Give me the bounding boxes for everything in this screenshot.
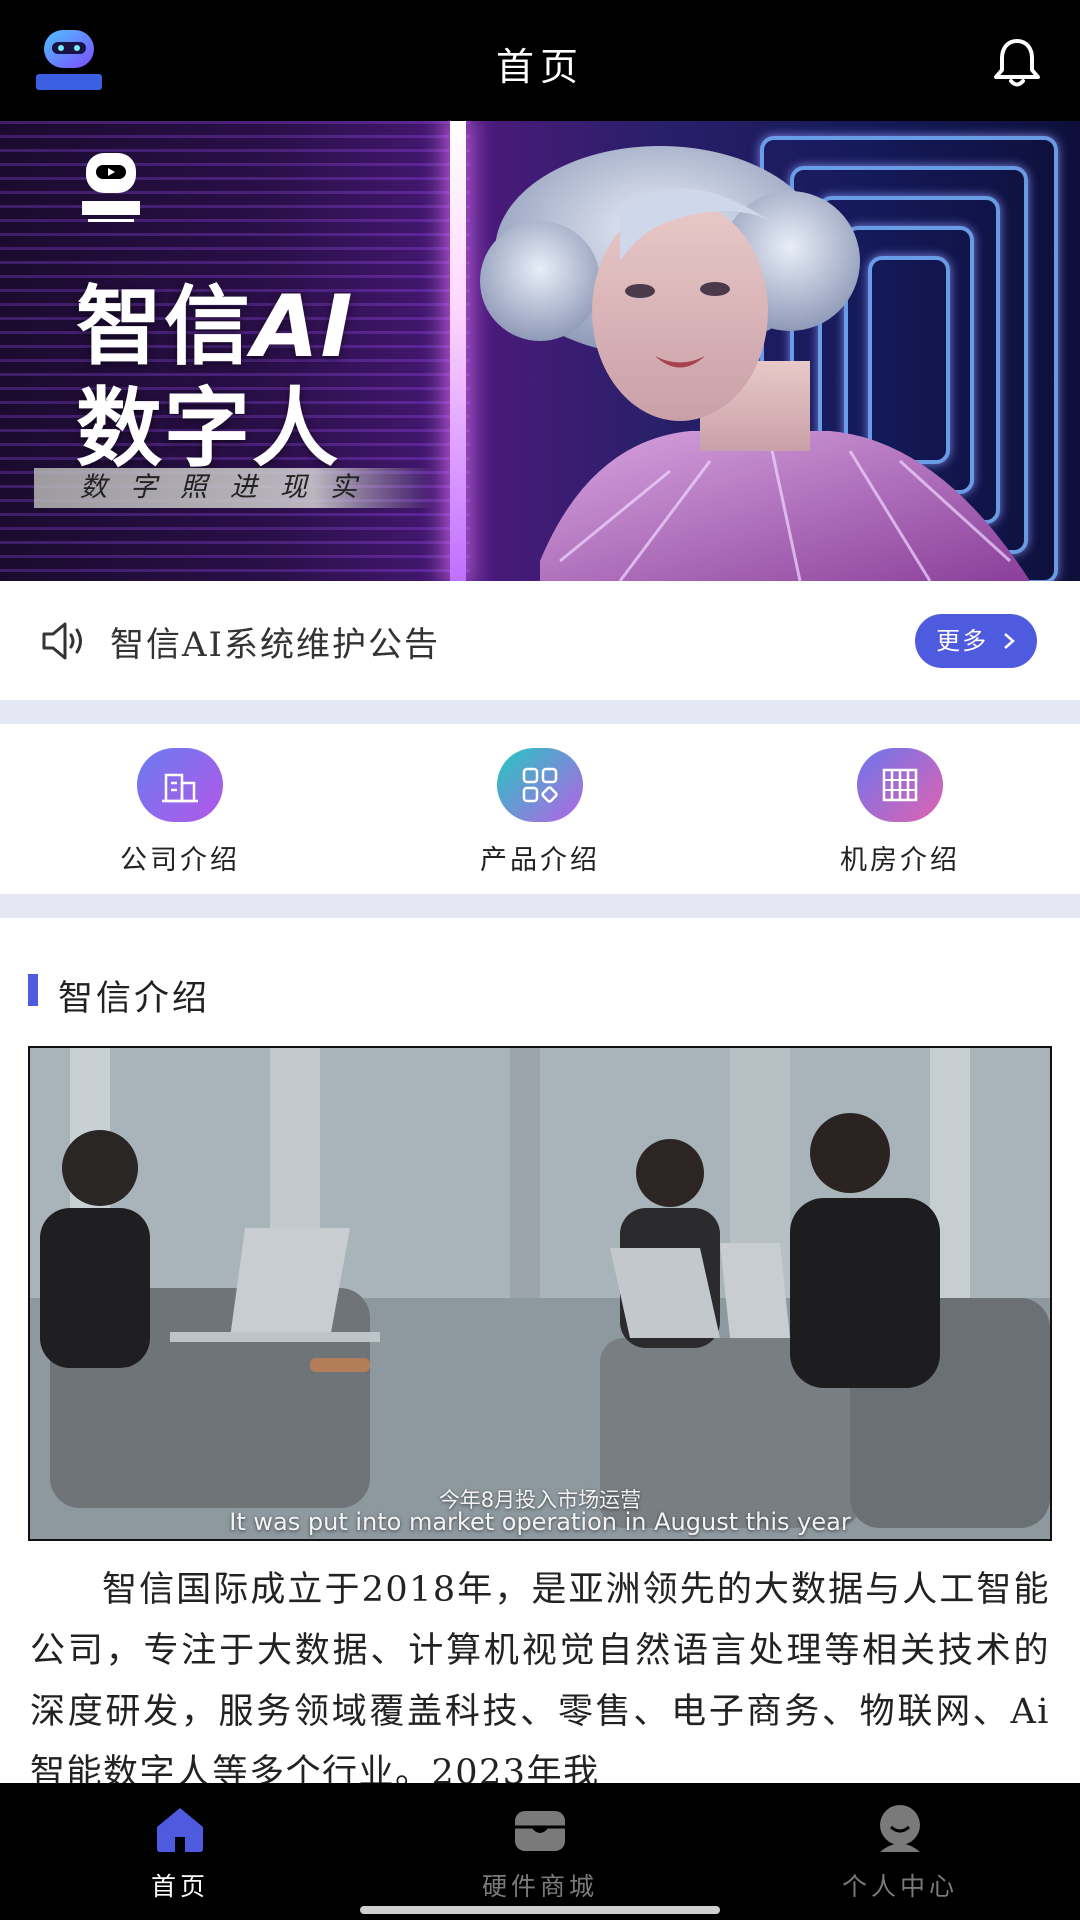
office-meeting-photo xyxy=(30,1048,1050,1539)
banner-logo-icon xyxy=(82,153,140,222)
server-rack-icon xyxy=(857,748,943,822)
banner-headline-line2: 数字人 xyxy=(76,379,340,479)
banner-carousel[interactable]: 智信AI 数字人 数字照进现实 xyxy=(0,121,1080,581)
announcement-bar[interactable]: 智信AI系统维护公告 更多 xyxy=(0,581,1080,700)
section-title: 智信介绍 xyxy=(58,979,211,1019)
tab-profile[interactable]: 个人中心 xyxy=(780,1805,1020,1903)
home-indicator[interactable] xyxy=(360,1906,720,1914)
bottom-tab-bar: 首页 硬件商城 个人中心 xyxy=(0,1783,1080,1920)
divider xyxy=(0,700,1080,724)
digital-human-portrait xyxy=(480,146,1030,581)
intro-video[interactable]: 今年8月投入市场运营 It was put into market operat… xyxy=(28,1046,1052,1541)
company-intro-item[interactable]: 公司介绍 xyxy=(60,724,300,877)
product-intro-label: 产品介绍 xyxy=(480,845,600,876)
product-intro-item[interactable]: 产品介绍 xyxy=(420,724,660,877)
video-caption-en: It was put into market operation in Augu… xyxy=(229,1508,851,1536)
intro-paragraph: 智信国际成立于2018年，是亚洲领先的大数据与人工智能公司，专注于大数据、计算机… xyxy=(30,1570,1050,1793)
section-accent-bar xyxy=(28,974,38,1006)
speaker-icon xyxy=(42,622,82,660)
announcement-text[interactable]: 智信AI系统维护公告 xyxy=(110,617,440,666)
bell-icon[interactable] xyxy=(990,36,1044,90)
profile-icon xyxy=(880,1805,920,1852)
tab-hardware-mall[interactable]: 硬件商城 xyxy=(420,1805,660,1903)
more-button-label: 更多 xyxy=(936,627,989,655)
tab-home[interactable]: 首页 xyxy=(60,1805,300,1903)
shop-icon xyxy=(515,1811,565,1851)
tab-hardware-mall-label: 硬件商城 xyxy=(481,1872,598,1901)
company-intro-label: 公司介绍 xyxy=(120,845,240,876)
quick-menu: 公司介绍 产品介绍 机房介绍 xyxy=(0,724,1080,894)
chevron-right-icon xyxy=(1003,633,1015,649)
tab-home-label: 首页 xyxy=(150,1872,209,1901)
neon-light-bar xyxy=(450,121,466,581)
banner-subtitle: 数字照进现实 xyxy=(80,472,380,503)
divider xyxy=(0,894,1080,918)
home-icon xyxy=(157,1808,203,1852)
top-app-bar: 首页 xyxy=(0,0,1080,121)
server-room-intro-item[interactable]: 机房介绍 xyxy=(780,724,1020,877)
server-room-intro-label: 机房介绍 xyxy=(840,845,960,876)
tab-profile-label: 个人中心 xyxy=(841,1872,958,1901)
page-title: 首页 xyxy=(495,45,584,89)
grid-icon xyxy=(497,748,583,822)
building-icon xyxy=(137,748,223,822)
more-button[interactable]: 更多 xyxy=(915,614,1037,668)
